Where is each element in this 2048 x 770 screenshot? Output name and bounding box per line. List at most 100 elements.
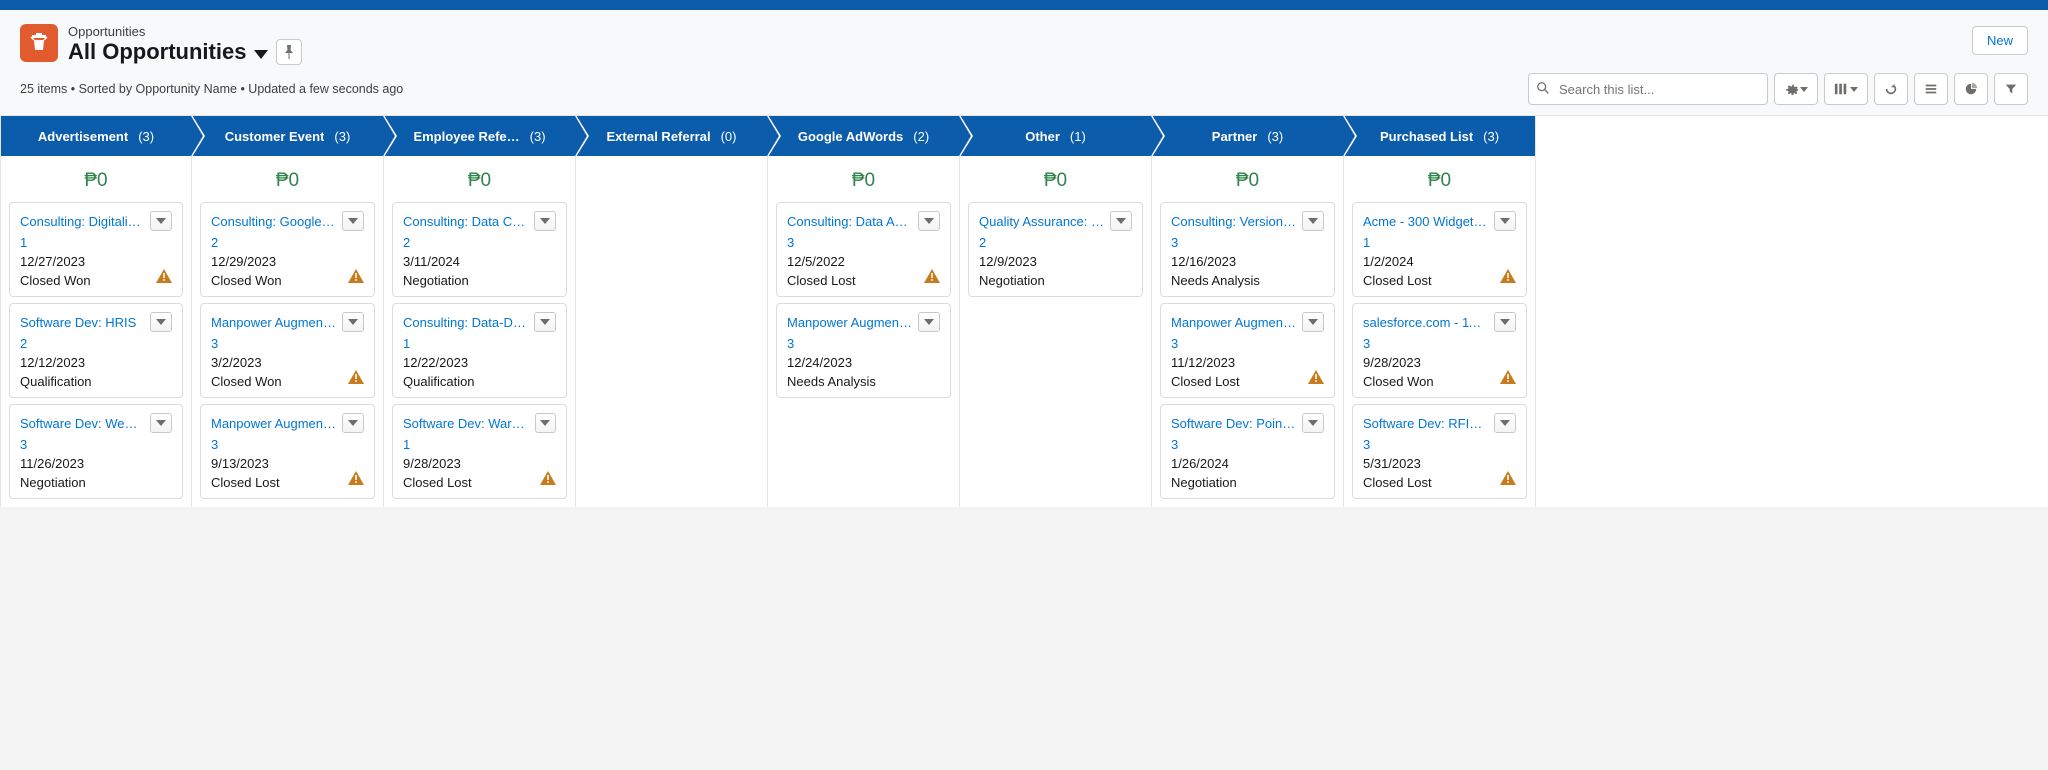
card-title-link[interactable]: Consulting: Google … — [211, 214, 336, 229]
opportunity-card[interactable]: Consulting: Version…312/16/2023Needs Ana… — [1160, 202, 1335, 297]
card-account-link[interactable]: 3 — [1363, 437, 1370, 452]
stage-header[interactable]: Other(1) — [960, 116, 1151, 156]
pin-list-button[interactable] — [276, 39, 302, 65]
opportunity-card[interactable]: Manpower Augmen…39/13/2023Closed Lost — [200, 404, 375, 499]
card-menu-button[interactable] — [534, 211, 556, 231]
card-account-link[interactable]: 3 — [20, 437, 27, 452]
opportunity-card[interactable]: Software Dev: Ware…19/28/2023Closed Lost — [392, 404, 567, 499]
list-view-controls-button[interactable] — [1774, 73, 1818, 105]
card-title-link[interactable]: Software Dev: RFID… — [1363, 416, 1488, 431]
card-title-link[interactable]: Consulting: Version… — [1171, 214, 1296, 229]
opportunity-card[interactable]: Software Dev: HRIS212/12/2023Qualificati… — [9, 303, 183, 398]
stage-header[interactable]: Customer Event(3) — [192, 116, 383, 156]
card-menu-button[interactable] — [342, 312, 364, 332]
stage-header[interactable]: Advertisement(3) — [1, 116, 191, 156]
card-stage: Needs Analysis — [787, 374, 940, 389]
card-account-link[interactable]: 1 — [1363, 235, 1370, 250]
card-title-link[interactable]: Quality Assurance: … — [979, 214, 1104, 229]
opportunity-card[interactable]: Consulting: Data A…312/5/2022Closed Lost — [776, 202, 951, 297]
refresh-button[interactable] — [1874, 73, 1908, 105]
card-menu-button[interactable] — [535, 413, 556, 433]
card-account-link[interactable]: 3 — [1171, 235, 1178, 250]
opportunity-card[interactable]: salesforce.com - 11…39/28/2023Closed Won — [1352, 303, 1527, 398]
filter-button[interactable] — [1994, 73, 2028, 105]
stage-header[interactable]: Partner(3) — [1152, 116, 1343, 156]
card-menu-button[interactable] — [1110, 211, 1132, 231]
card-menu-button[interactable] — [534, 312, 556, 332]
opportunity-card[interactable]: Manpower Augmen…312/24/2023Needs Analysi… — [776, 303, 951, 398]
card-account-link[interactable]: 2 — [20, 336, 27, 351]
card-account-link[interactable]: 3 — [211, 437, 218, 452]
opportunity-card[interactable]: Manpower Augmen…311/12/2023Closed Lost — [1160, 303, 1335, 398]
card-account-link[interactable]: 1 — [403, 437, 410, 452]
warning-icon — [1500, 370, 1516, 387]
card-account-link[interactable]: 3 — [787, 235, 794, 250]
card-menu-button[interactable] — [1302, 211, 1324, 231]
card-account-link[interactable]: 3 — [1363, 336, 1370, 351]
opportunity-card[interactable]: Software Dev: RFID…35/31/2023Closed Lost — [1352, 404, 1527, 499]
card-title-link[interactable]: Software Dev: Ware… — [403, 416, 529, 431]
card-menu-button[interactable] — [1494, 312, 1516, 332]
inline-edit-button[interactable] — [1914, 73, 1948, 105]
chart-button[interactable] — [1954, 73, 1988, 105]
card-menu-button[interactable] — [918, 312, 940, 332]
list-view-switcher-icon[interactable] — [254, 50, 268, 59]
card-title-link[interactable]: Consulting: Data C… — [403, 214, 525, 229]
card-date: 11/26/2023 — [20, 456, 172, 471]
opportunity-card[interactable]: Consulting: Google …212/29/2023Closed Wo… — [200, 202, 375, 297]
list-view-title[interactable]: All Opportunities — [68, 39, 246, 65]
stage-header[interactable]: External Referral(0) — [576, 116, 767, 156]
card-date: 9/28/2023 — [1363, 355, 1516, 370]
card-menu-button[interactable] — [150, 312, 172, 332]
card-title-link[interactable]: Manpower Augmen… — [211, 416, 336, 431]
card-account-link[interactable]: 1 — [403, 336, 410, 351]
opportunity-card[interactable]: Consulting: Data C…23/11/2024Negotiation — [392, 202, 567, 297]
opportunity-card[interactable]: Software Dev: Web…311/26/2023Negotiation — [9, 404, 183, 499]
new-button[interactable]: New — [1972, 26, 2028, 55]
card-account-link[interactable]: 3 — [1171, 336, 1178, 351]
stage-header[interactable]: Google AdWords(2) — [768, 116, 959, 156]
stage-header[interactable]: Employee Refe…(3) — [384, 116, 575, 156]
card-menu-button[interactable] — [150, 211, 172, 231]
stage-count: (3) — [530, 129, 546, 144]
opportunity-card[interactable]: Manpower Augmen…33/2/2023Closed Won — [200, 303, 375, 398]
opportunity-card[interactable]: Quality Assurance: …212/9/2023Negotiatio… — [968, 202, 1143, 297]
card-menu-button[interactable] — [1494, 211, 1516, 231]
card-account-link[interactable]: 1 — [20, 235, 27, 250]
card-menu-button[interactable] — [342, 211, 364, 231]
card-account-link[interactable]: 2 — [979, 235, 986, 250]
chevron-down-icon — [540, 319, 550, 325]
display-as-button[interactable] — [1824, 73, 1868, 105]
card-title-link[interactable]: Manpower Augmen… — [211, 315, 336, 330]
opportunity-card[interactable]: Consulting: Digitali…112/27/2023Closed W… — [9, 202, 183, 297]
card-title-link[interactable]: Software Dev: Web… — [20, 416, 144, 431]
opportunity-card[interactable]: Consulting: Data-D…112/22/2023Qualificat… — [392, 303, 567, 398]
card-account-link[interactable]: 2 — [403, 235, 410, 250]
card-date: 3/11/2024 — [403, 254, 556, 269]
card-title-link[interactable]: Consulting: Digitali… — [20, 214, 141, 229]
card-title-link[interactable]: Acme - 300 Widget… — [1363, 214, 1487, 229]
stage-amount: ₱0 — [960, 156, 1151, 202]
card-title-link[interactable]: salesforce.com - 11… — [1363, 315, 1488, 330]
card-menu-button[interactable] — [150, 413, 172, 433]
card-menu-button[interactable] — [918, 211, 940, 231]
opportunity-card[interactable]: Acme - 300 Widget…11/2/2024Closed Lost — [1352, 202, 1527, 297]
card-menu-button[interactable] — [342, 413, 364, 433]
card-title-link[interactable]: Manpower Augmen… — [787, 315, 912, 330]
card-account-link[interactable]: 3 — [1171, 437, 1178, 452]
card-title-link[interactable]: Manpower Augmen… — [1171, 315, 1296, 330]
card-title-link[interactable]: Consulting: Data-D… — [403, 315, 526, 330]
card-menu-button[interactable] — [1494, 413, 1516, 433]
stage-header[interactable]: Purchased List(3) — [1344, 116, 1535, 156]
card-title-link[interactable]: Software Dev: HRIS — [20, 315, 136, 330]
search-input[interactable] — [1528, 73, 1768, 105]
card-title-link[interactable]: Software Dev: Point… — [1171, 416, 1296, 431]
card-menu-button[interactable] — [1302, 312, 1324, 332]
card-account-link[interactable]: 3 — [787, 336, 794, 351]
card-account-link[interactable]: 2 — [211, 235, 218, 250]
opportunity-card[interactable]: Software Dev: Point…31/26/2024Negotiatio… — [1160, 404, 1335, 499]
card-menu-button[interactable] — [1302, 413, 1324, 433]
warning-icon — [348, 269, 364, 286]
card-account-link[interactable]: 3 — [211, 336, 218, 351]
card-title-link[interactable]: Consulting: Data A… — [787, 214, 908, 229]
